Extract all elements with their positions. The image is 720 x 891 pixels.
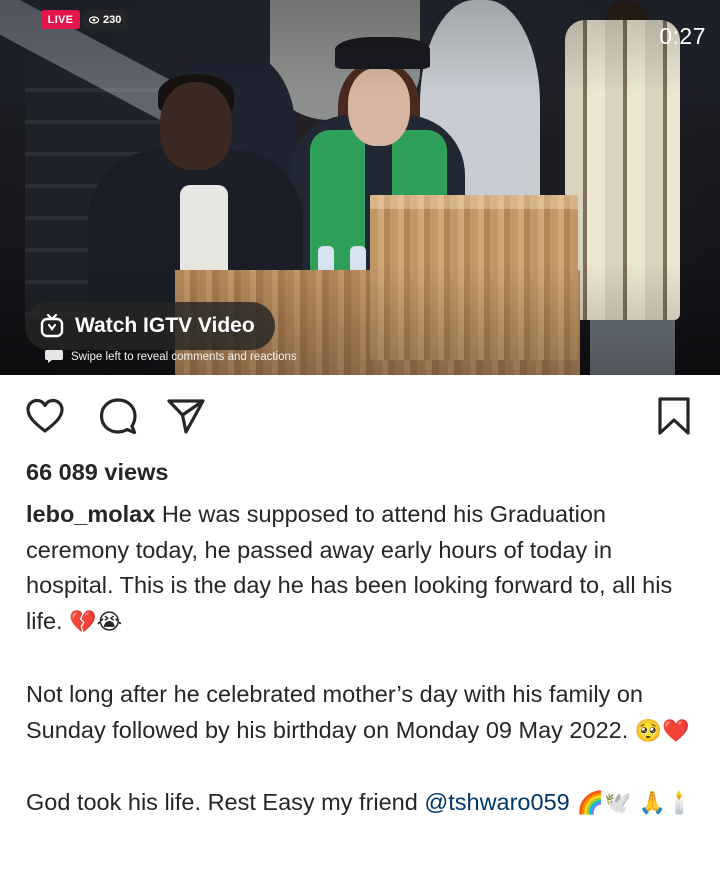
video-player[interactable]: LIVE 230 0:27 Watch IGTV Video Swipe lef… [0,0,720,375]
igtv-icon [40,313,64,338]
swipe-hint: Swipe left to reveal comments and reacti… [45,350,297,363]
caption-paragraph: lebo_molax He was supposed to attend his… [26,497,698,641]
save-button[interactable] [653,395,695,437]
caption-paragraph: Not long after he celebrated mother’s da… [26,677,698,749]
viewer-count: 230 [103,13,122,26]
username-link[interactable]: lebo_molax [26,501,155,527]
caption-text: Not long after he celebrated mother’s da… [26,680,643,743]
comment-button[interactable] [97,395,139,437]
caption-paragraph: God took his life. Rest Easy my friend @… [26,785,698,822]
watch-igtv-button[interactable]: Watch IGTV Video [25,302,275,350]
viewer-count-badge: 230 [83,10,128,29]
heart-icon [26,398,64,433]
comment-icon [99,398,137,435]
caption-emoji: 🌈🕊️ 🙏🕯️ [569,791,694,817]
caption-emoji: 🥺❤️ [634,718,690,744]
swipe-hint-text: Swipe left to reveal comments and reacti… [71,350,297,363]
caption-text: God took his life. Rest Easy my friend [26,789,425,816]
chat-bubble-icon [45,350,63,363]
view-count: 66 089 views [26,459,169,485]
eye-icon [89,15,99,24]
share-icon [167,399,205,434]
post-caption: lebo_molax He was supposed to attend his… [26,497,698,822]
caption-emoji: 💔😭 [69,610,123,636]
post-action-bar [0,395,720,440]
video-timestamp: 0:27 [659,23,706,49]
bookmark-icon [658,397,690,435]
like-button[interactable] [24,395,66,437]
live-badge: LIVE [41,10,80,29]
watch-igtv-label: Watch IGTV Video [75,314,255,337]
mention-link[interactable]: @tshwaro059 [424,789,569,815]
share-button[interactable] [165,395,207,437]
